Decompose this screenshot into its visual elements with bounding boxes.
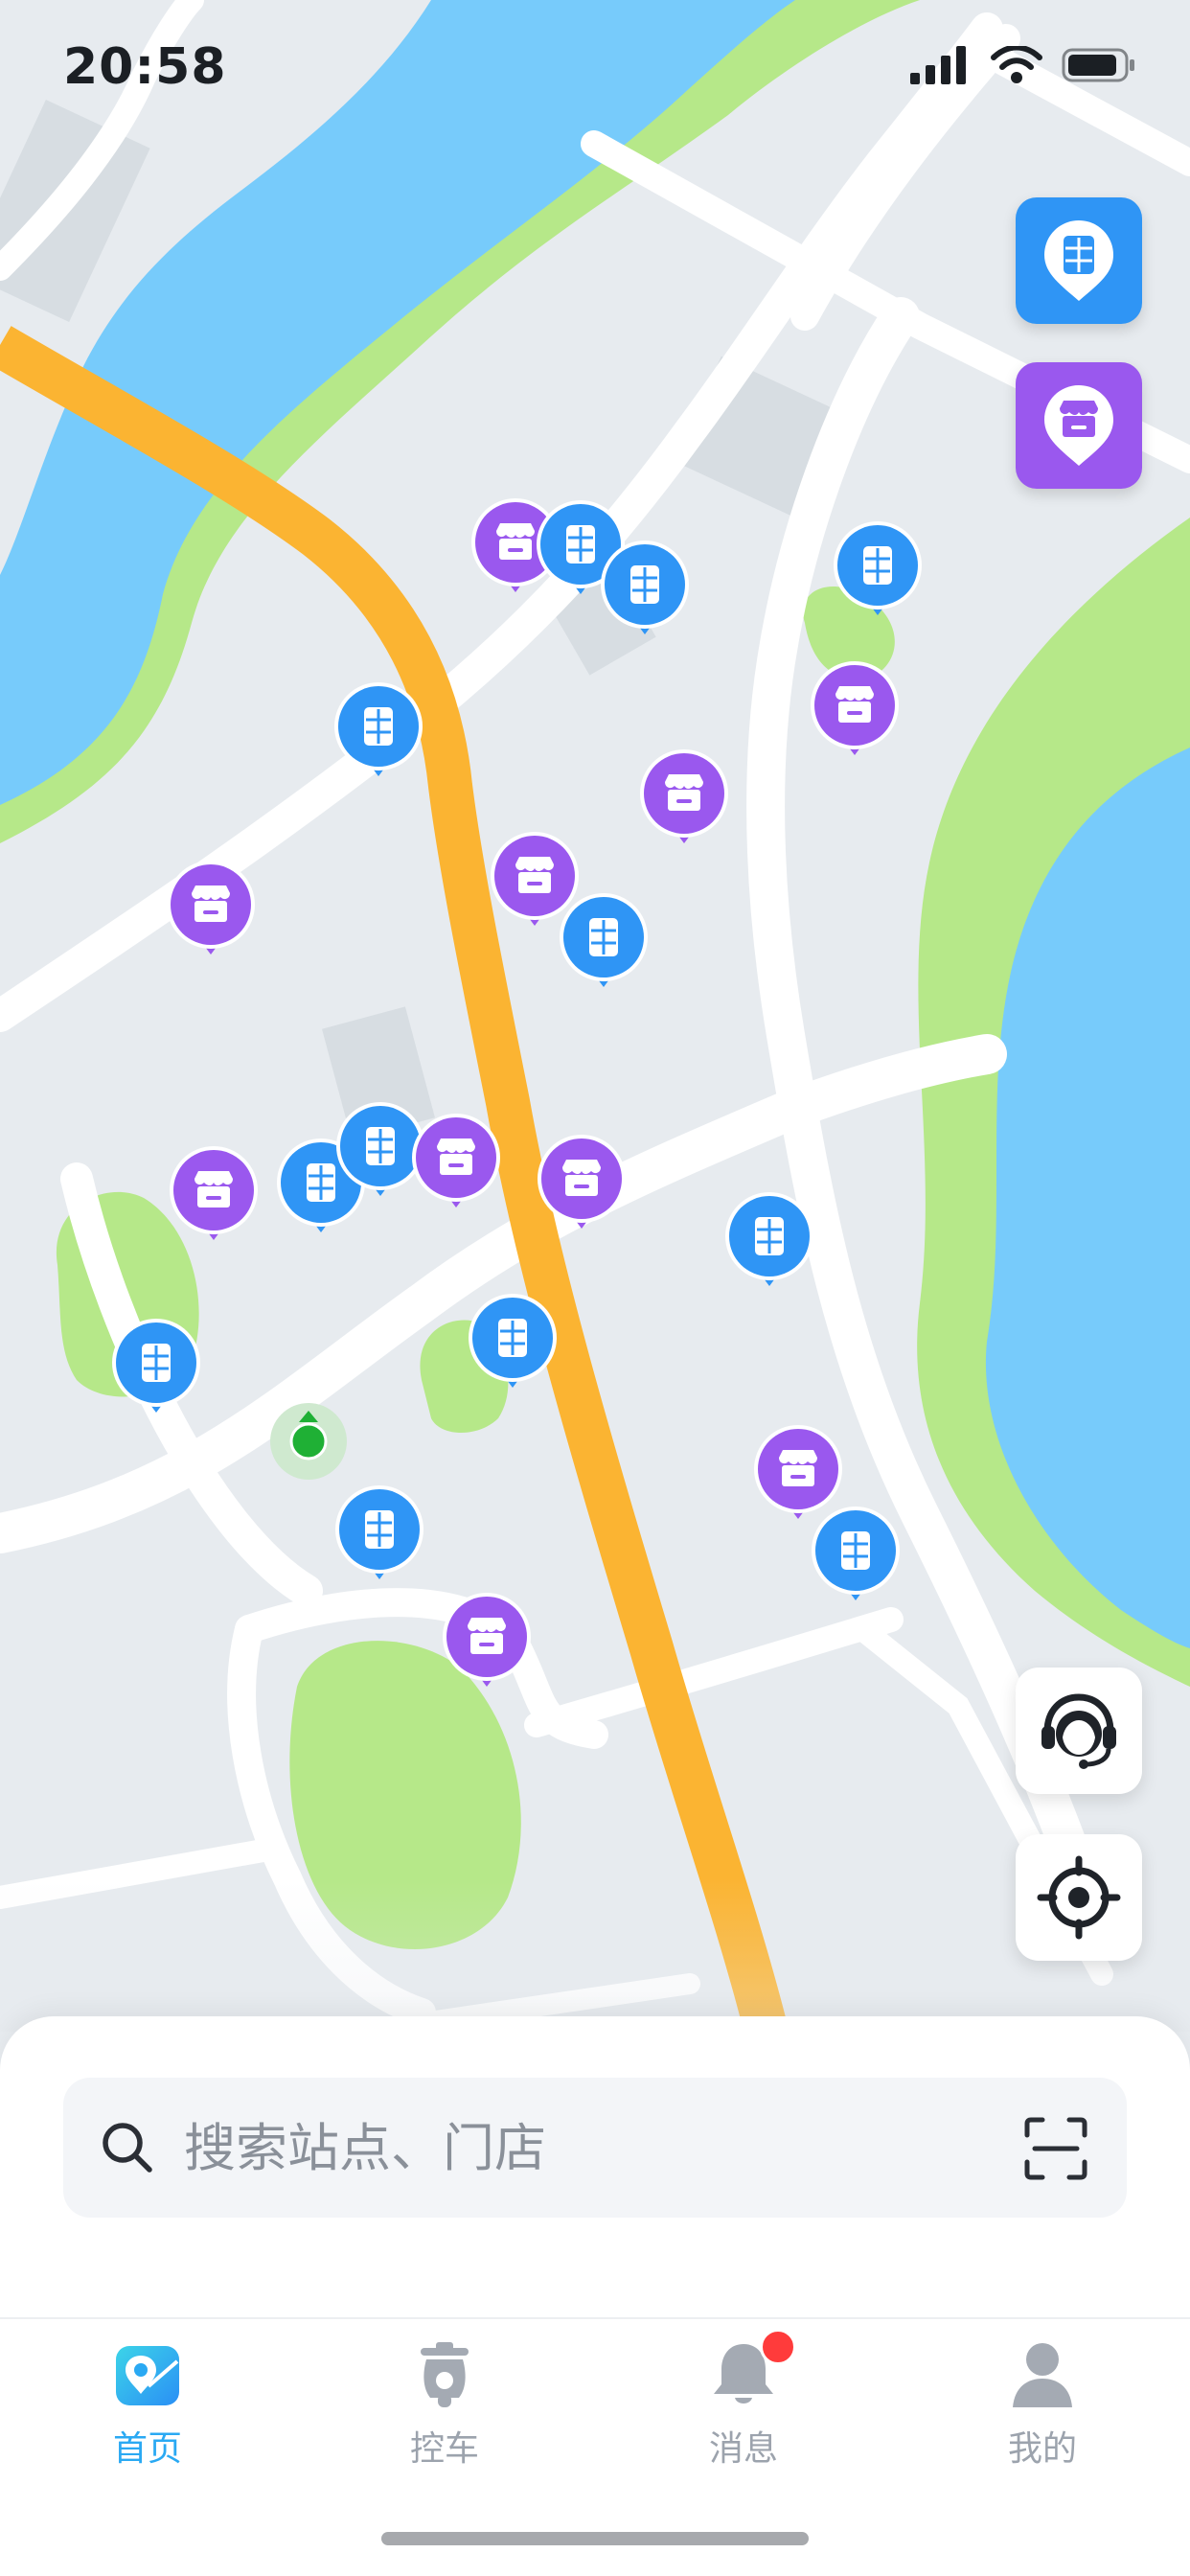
station-marker[interactable]: [110, 1317, 202, 1420]
battery-station-icon: [112, 1319, 200, 1413]
store-icon: [443, 1593, 531, 1687]
store-icon: [170, 1146, 258, 1240]
station-marker[interactable]: [333, 1484, 425, 1587]
battery-station-icon: [1044, 220, 1113, 301]
tab-messages-label: 消息: [708, 2429, 778, 2469]
search-input[interactable]: [182, 2116, 952, 2179]
store-icon: [1044, 385, 1113, 466]
tab-profile-label: 我的: [1007, 2429, 1077, 2469]
store-marker[interactable]: [638, 748, 730, 851]
notification-badge: [760, 2329, 796, 2365]
battery-station-icon: [725, 1192, 813, 1286]
station-marker[interactable]: [810, 1505, 902, 1608]
tab-profile[interactable]: 我的: [956, 2338, 1129, 2482]
wifi-icon: [991, 46, 1042, 83]
store-icon: [640, 749, 728, 843]
battery-station-icon: [812, 1506, 900, 1600]
tab-vehicle-control-label: 控车: [409, 2429, 479, 2469]
station-layer-button[interactable]: [1016, 197, 1142, 324]
crosshair-icon: [1037, 1855, 1121, 1940]
station-marker[interactable]: [558, 891, 650, 995]
store-icon: [538, 1135, 626, 1229]
battery-station-icon: [560, 893, 648, 987]
tab-messages[interactable]: 消息: [657, 2329, 830, 2482]
current-location-dot: [289, 1422, 328, 1460]
tab-home-label: 首页: [112, 2429, 182, 2469]
battery-station-icon: [834, 521, 922, 615]
map-view[interactable]: [0, 0, 1190, 2032]
user-icon: [1013, 2343, 1072, 2407]
store-icon: [811, 661, 899, 755]
store-icon: [412, 1114, 500, 1208]
battery-station-icon: [601, 540, 689, 634]
store-marker[interactable]: [809, 659, 901, 763]
battery-icon: [1062, 48, 1134, 82]
search-bar[interactable]: [63, 2078, 1127, 2218]
store-icon: [167, 861, 255, 954]
battery-station-icon: [334, 682, 423, 776]
customer-service-icon: [1041, 1693, 1116, 1769]
store-marker[interactable]: [536, 1133, 628, 1236]
home-map-icon: [116, 2346, 179, 2405]
tab-home[interactable]: 首页: [61, 2338, 234, 2482]
store-marker[interactable]: [410, 1112, 502, 1215]
battery-station-icon: [335, 1485, 423, 1579]
tab-vehicle-control[interactable]: 控车: [358, 2338, 531, 2482]
station-marker[interactable]: [832, 519, 924, 623]
status-icons: [910, 46, 1136, 84]
home-indicator: [381, 2532, 809, 2545]
bottom-sheet: 首页 控车 消息: [0, 2016, 1190, 2576]
tabbar-divider: [0, 2317, 1190, 2319]
status-time: 20:58: [63, 38, 227, 96]
status-bar: 20:58: [0, 0, 1190, 144]
battery-station-icon: [469, 1294, 557, 1388]
tab-bar: 首页 控车 消息 我的: [0, 2321, 1190, 2484]
store-marker[interactable]: [441, 1591, 533, 1694]
locate-me-button[interactable]: [1016, 1834, 1142, 1961]
search-icon: [103, 2123, 152, 2173]
store-marker[interactable]: [165, 859, 257, 962]
station-marker[interactable]: [723, 1190, 815, 1294]
station-marker[interactable]: [599, 539, 691, 642]
scooter-icon: [421, 2342, 469, 2407]
station-marker[interactable]: [467, 1292, 559, 1395]
signal-icon: [910, 46, 966, 84]
scan-icon[interactable]: [1023, 2116, 1088, 2181]
store-layer-button[interactable]: [1016, 362, 1142, 489]
store-marker[interactable]: [168, 1144, 260, 1248]
customer-service-button[interactable]: [1016, 1668, 1142, 1794]
station-marker[interactable]: [332, 680, 424, 784]
